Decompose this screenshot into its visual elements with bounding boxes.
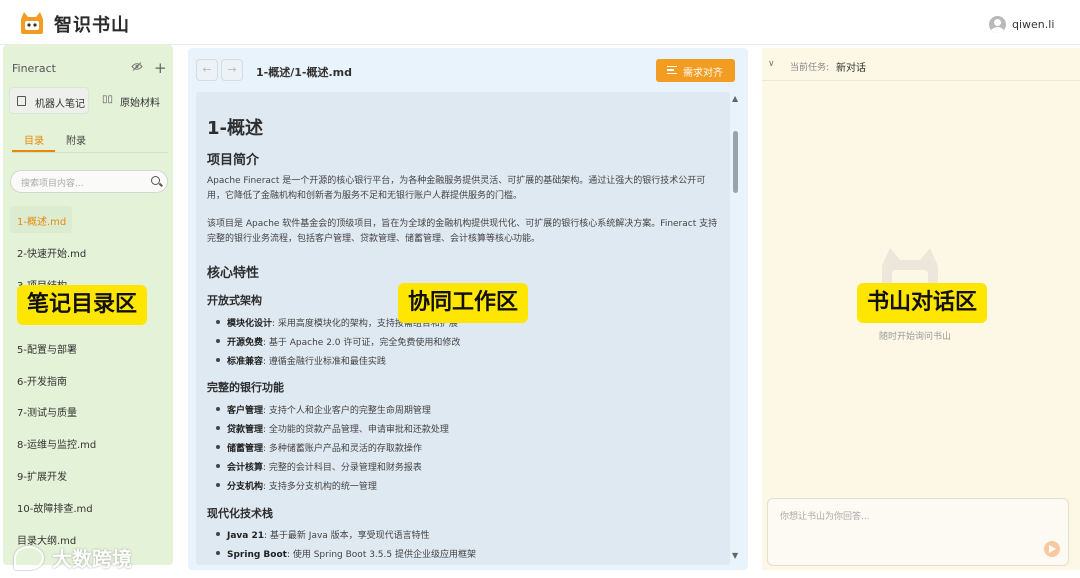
books-icon: ▯▯ bbox=[102, 94, 114, 105]
tabs-divider bbox=[12, 152, 168, 153]
username[interactable]: qiwen.li bbox=[1012, 18, 1054, 31]
scroll-up-arrow[interactable]: ▲ bbox=[732, 94, 738, 103]
toc-item-10[interactable]: 10-故障排查.md bbox=[17, 500, 93, 515]
eye-slash-icon[interactable] bbox=[131, 62, 143, 71]
chat-input-placeholder: 你想让书山为你回答... bbox=[780, 512, 870, 522]
chevron-down-icon[interactable]: ∨ bbox=[768, 59, 775, 69]
notebook-icon bbox=[17, 96, 26, 106]
search-icon[interactable] bbox=[151, 176, 160, 185]
align-requirements-button[interactable]: 需求对齐 bbox=[656, 59, 735, 82]
arrow-right-icon[interactable]: → bbox=[221, 59, 243, 81]
raw-material-button[interactable]: ▯▯ 原始材料 bbox=[96, 87, 168, 114]
app-title: 智识书山 bbox=[54, 15, 130, 36]
doc-list-item: 贷款管理: 全功能的贷款产品管理、申请审批和还款处理 bbox=[216, 422, 449, 435]
doc-list-item: 开源免费: 基于 Apache 2.0 许可证，完全免费使用和修改 bbox=[215, 335, 460, 348]
list-align-icon bbox=[667, 66, 677, 74]
doc-heading-tech: 现代化技术栈 bbox=[207, 507, 273, 520]
doc-title: 1-概述 bbox=[207, 118, 263, 139]
toc-item-7[interactable]: 7-测试与质量 bbox=[17, 404, 77, 419]
chat-hint: 随时开始询问书山 bbox=[879, 332, 952, 342]
chat-input[interactable]: 你想让书山为你回答... bbox=[767, 498, 1069, 566]
plus-icon[interactable]: + bbox=[154, 59, 167, 77]
robot-notes-label: 机器人笔记 bbox=[35, 99, 85, 110]
user-avatar-icon[interactable] bbox=[989, 16, 1006, 33]
robot-notes-button[interactable]: 机器人笔记 bbox=[9, 87, 89, 114]
project-name: Fineract bbox=[12, 62, 56, 75]
doc-paragraph-1: Apache Fineract 是一个开源的核心银行平台，为各种金融服务提供灵活… bbox=[207, 176, 706, 201]
toc-item-1[interactable]: 1-概述.md bbox=[17, 213, 66, 228]
toc-item-9[interactable]: 9-扩展开发 bbox=[17, 468, 67, 483]
workspace-area-label: 协同工作区 bbox=[398, 283, 529, 323]
doc-heading-open-arch: 开放式架构 bbox=[207, 294, 262, 307]
app-root: 智识书山 qiwen.li Fineract + 机器人笔记 ▯▯ 原始材料 目… bbox=[0, 0, 1080, 578]
document-viewer[interactable]: 1-概述 项目简介 Apache Fineract 是一个开源的核心银行平台，为… bbox=[196, 92, 730, 565]
watermark-logo-icon bbox=[14, 546, 44, 570]
doc-paragraph-2: 该项目是 Apache 软件基金会的顶级项目，旨在为全球的金融机构提供现代化、可… bbox=[207, 219, 718, 244]
toc-item-6[interactable]: 6-开发指南 bbox=[17, 373, 67, 388]
align-button-label: 需求对齐 bbox=[683, 68, 723, 79]
tab-appendix[interactable]: 附录 bbox=[66, 132, 86, 147]
chat-area-label: 书山对话区 bbox=[857, 283, 988, 323]
search-input[interactable]: 搜索项目内容... bbox=[10, 170, 168, 193]
cat-logo-icon bbox=[21, 12, 43, 34]
arrow-left-icon[interactable]: ← bbox=[196, 59, 218, 81]
raw-material-label: 原始材料 bbox=[120, 98, 160, 109]
doc-heading-features: 核心特性 bbox=[207, 266, 260, 281]
toc-item-2[interactable]: 2-快速开始.md bbox=[17, 245, 86, 260]
doc-list-item: 分支机构: 支持多分支机构的统一管理 bbox=[216, 479, 377, 492]
doc-list-item: Java 21: 基于最新 Java 版本，享受现代语言特性 bbox=[216, 528, 430, 541]
tab-toc[interactable]: 目录 bbox=[24, 132, 44, 147]
task-divider bbox=[762, 80, 1080, 81]
watermark: 大数跨境 bbox=[52, 547, 132, 571]
toc-item-5[interactable]: 5-配置与部署 bbox=[17, 341, 77, 356]
doc-list-item: 储蓄管理: 多种储蓄账户产品和灵活的存取款操作 bbox=[216, 441, 422, 454]
document-path: 1-概述/1-概述.md bbox=[256, 66, 352, 79]
toc-item-8[interactable]: 8-运维与监控.md bbox=[17, 436, 96, 451]
notes-area-label: 笔记目录区 bbox=[17, 285, 148, 325]
doc-list-item: Spring Boot: 使用 Spring Boot 3.5.5 提供企业级应… bbox=[216, 547, 476, 560]
scroll-down-arrow[interactable]: ▼ bbox=[732, 551, 738, 560]
current-task-value[interactable]: 新对话 bbox=[836, 59, 866, 74]
scrollbar-thumb[interactable] bbox=[733, 131, 738, 193]
doc-list-item: 标准兼容: 遵循金融行业标准和最佳实践 bbox=[216, 354, 386, 367]
top-bar: 智识书山 qiwen.li bbox=[0, 0, 1080, 45]
send-icon[interactable] bbox=[1044, 541, 1060, 557]
doc-list-item: 客户管理: 支持个人和企业客户的完整生命周期管理 bbox=[216, 403, 431, 416]
doc-heading-intro: 项目简介 bbox=[207, 153, 260, 168]
current-task-label: 当前任务: bbox=[790, 63, 830, 73]
search-placeholder: 搜索项目内容... bbox=[21, 179, 84, 189]
doc-list-item: 会计核算: 完整的会计科目、分录管理和财务报表 bbox=[216, 460, 422, 473]
doc-heading-banking: 完整的银行功能 bbox=[207, 381, 284, 394]
